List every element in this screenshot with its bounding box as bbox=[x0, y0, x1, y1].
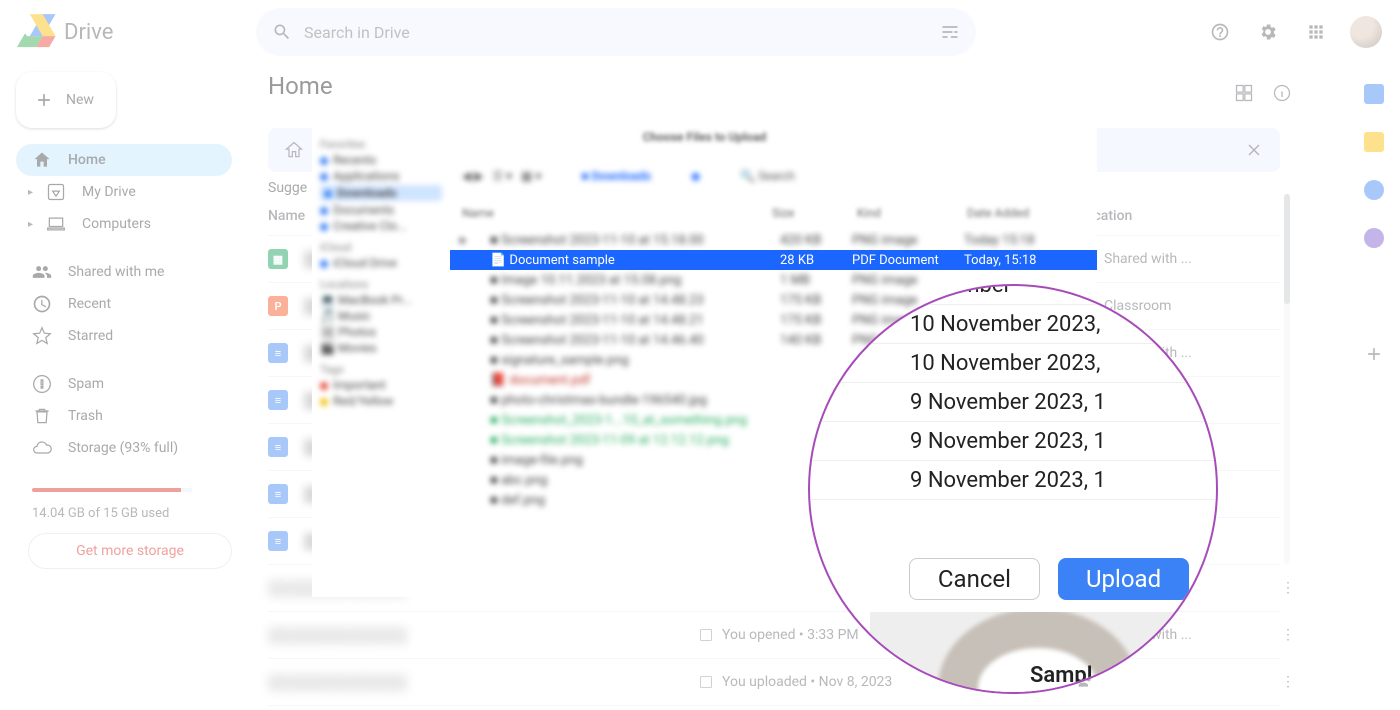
picker-toolbar: ◀ ▶ ☰ ▾ ▦ ▾ ■ Downloads ◆ 🔍 Search bbox=[462, 160, 1085, 192]
magnified-thumb-label: Sampl bbox=[1030, 663, 1092, 688]
mag-date-row: November bbox=[808, 284, 1218, 305]
magnifier-overlay: November 10 November 2023, 10 November 2… bbox=[808, 284, 1218, 694]
mag-date-row: 10 November 2023, bbox=[808, 344, 1218, 383]
mag-date-row: 10 November 2023, bbox=[808, 305, 1218, 344]
mag-date-row: 9 November 2023, 1 bbox=[808, 422, 1218, 461]
picker-columns: NameSizeKindDate Added bbox=[462, 206, 1085, 220]
mag-date-row: 9 November 2023, 1 bbox=[808, 461, 1218, 500]
picker-sidebar: Favorites Recents Applications Downloads… bbox=[312, 122, 450, 597]
mag-date-row: 9 November 2023, 1 bbox=[808, 383, 1218, 422]
cancel-button[interactable]: Cancel bbox=[909, 558, 1040, 600]
picker-selected-row[interactable]: 📄 Document sample28 KBPDF DocumentToday,… bbox=[450, 250, 1097, 270]
upload-button[interactable]: Upload bbox=[1058, 558, 1189, 600]
